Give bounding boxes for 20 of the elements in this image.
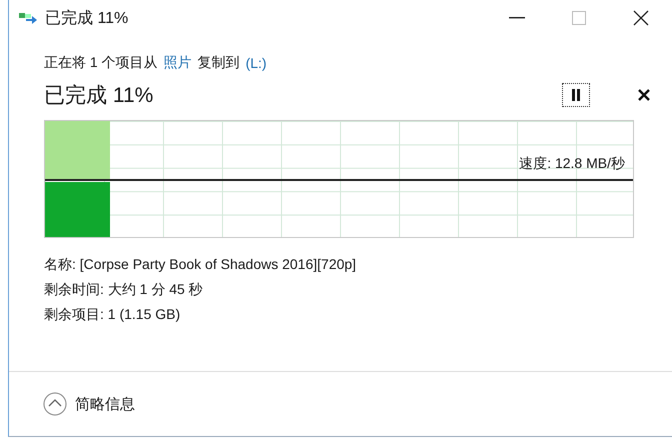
copy-to-text: 复制到 <box>198 54 240 72</box>
copy-status-text: 正在将 1 个项目从 <box>44 54 158 72</box>
minimize-icon <box>509 17 525 19</box>
destination-link[interactable]: (L:) <box>246 55 267 71</box>
maximize-icon <box>572 11 586 25</box>
speed-text: 速度: 12.8 MB/秒 <box>519 155 625 173</box>
speed-fill <box>45 182 110 237</box>
chevron-up-icon <box>43 392 67 416</box>
source-link[interactable]: 照片 <box>164 54 192 72</box>
close-icon <box>633 10 649 26</box>
pause-icon <box>571 89 581 101</box>
close-icon <box>638 89 650 101</box>
detail-text: 名称: [Corpse Party Book of Shadows 2016][720p] <box>44 256 358 274</box>
detail-text: 剩余项目: 1 (1.15 GB) <box>44 306 182 324</box>
window-title: 已完成 11% <box>45 8 130 28</box>
progress-heading: 已完成 11% <box>44 83 154 109</box>
copy-icon <box>19 11 37 25</box>
detail-text: 剩余时间: 大约 1 分 45 秒 <box>44 281 204 299</box>
pause-button[interactable] <box>562 83 590 107</box>
fewer-details-button[interactable]: 简略信息 <box>43 392 135 416</box>
